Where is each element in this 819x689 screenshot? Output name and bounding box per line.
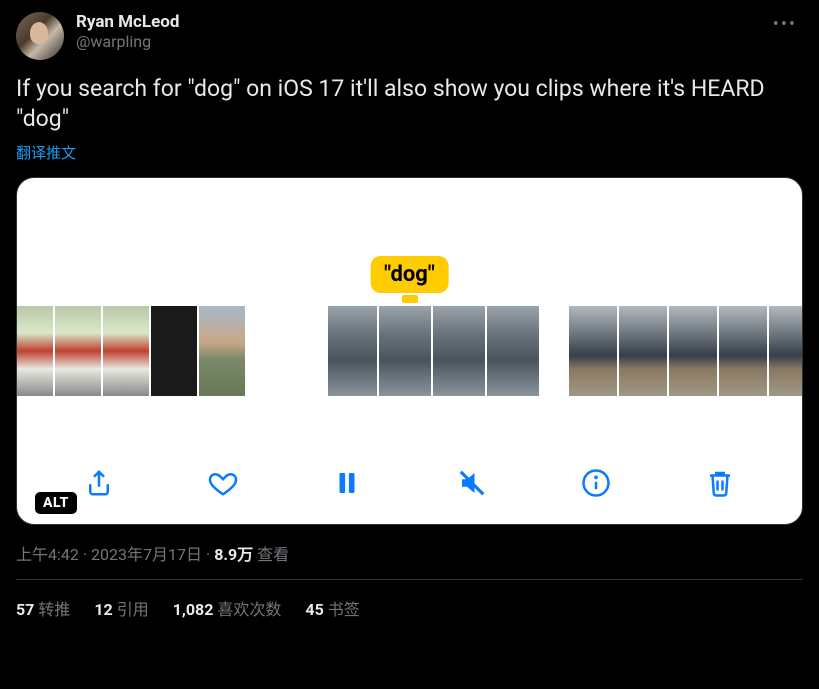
display-name: Ryan McLeod [76, 12, 755, 32]
clip-thumb [569, 306, 617, 396]
clip-group-active[interactable] [325, 306, 539, 396]
clip-thumb [669, 306, 717, 396]
tweet-stats: 57转推 12引用 1,082喜欢次数 45书签 [16, 580, 803, 620]
views-label: 查看 [257, 545, 289, 564]
stat-bookmarks[interactable]: 45书签 [305, 596, 359, 620]
heart-icon[interactable] [206, 466, 240, 500]
clip-thumb [487, 306, 539, 396]
clip-thumb [103, 306, 149, 396]
tweet-body-text: If you search for "dog" on iOS 17 it'll … [16, 74, 803, 134]
avatar[interactable] [16, 12, 64, 60]
clip-thumb [379, 306, 431, 396]
clip-thumb [151, 306, 197, 396]
clip-thumb [619, 306, 667, 396]
clip-group[interactable] [17, 306, 245, 396]
tweet-time[interactable]: 上午4:42 [16, 545, 79, 564]
mute-icon[interactable] [455, 466, 489, 500]
stat-quotes[interactable]: 12引用 [94, 596, 148, 620]
pause-icon[interactable] [330, 466, 364, 500]
clip-thumb [199, 306, 245, 396]
clip-thumb [719, 306, 767, 396]
views-count: 8.9万 [214, 545, 253, 564]
tweet-meta: 上午4:42·2023年7月17日·8.9万 查看 [16, 541, 803, 565]
handle: @warpling [76, 32, 755, 52]
stat-retweets[interactable]: 57转推 [16, 596, 70, 620]
media-controls [17, 466, 802, 500]
stat-likes[interactable]: 1,082喜欢次数 [173, 596, 282, 620]
clip-thumb [55, 306, 101, 396]
tweet-header: Ryan McLeod @warpling ••• [16, 12, 803, 60]
media-attachment[interactable]: "dog" [16, 177, 803, 525]
clip-thumb [433, 306, 485, 396]
search-tooltip: "dog" [370, 256, 449, 293]
clip-group[interactable] [569, 306, 802, 396]
clip-thumb [325, 306, 377, 396]
author-block[interactable]: Ryan McLeod @warpling [76, 12, 755, 52]
tweet-container: Ryan McLeod @warpling ••• If you search … [0, 0, 819, 620]
clip-thumb [17, 306, 53, 396]
more-options-button[interactable]: ••• [767, 12, 803, 37]
translate-link[interactable]: 翻译推文 [16, 142, 803, 163]
clip-thumb [769, 306, 802, 396]
trash-icon[interactable] [703, 466, 737, 500]
alt-badge[interactable]: ALT [35, 492, 77, 514]
share-icon[interactable] [82, 466, 116, 500]
info-icon[interactable] [579, 466, 613, 500]
playhead-marker [402, 295, 418, 303]
tweet-date[interactable]: 2023年7月17日 [91, 545, 202, 564]
video-timeline[interactable] [17, 306, 802, 396]
